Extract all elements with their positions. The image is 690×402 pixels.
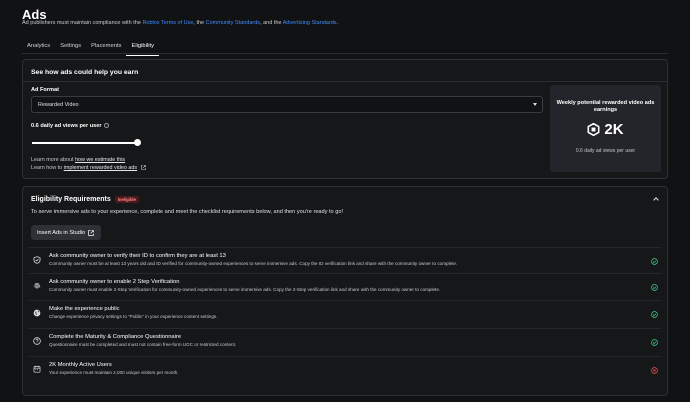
chevron-up-icon[interactable] [653,197,659,203]
how-we-estimate-link[interactable]: how we estimate this [75,157,125,163]
requirement-title: Ask community owner to enable 2 Step Ver… [49,279,180,285]
eligibility-title: Eligibility Requirements [31,196,111,203]
row-divider [29,273,661,274]
requirement-title: Make the experience public [49,306,120,312]
check-circle-icon [651,339,658,346]
requirement-title: Complete the Maturity & Compliance Quest… [49,334,182,340]
eligibility-description: To serve immersive ads to your experienc… [31,209,343,215]
advertising-standards-link[interactable]: Advertising Standards [283,20,337,26]
learn-estimate-prefix: Learn more about [31,157,76,163]
requirement-desc: Community owner must be at least 13 year… [49,261,458,266]
globe-icon [33,309,41,317]
fingerprint-icon [33,283,41,289]
community-standards-link[interactable]: Community Standards [206,20,260,26]
ad-format-label: Ad Format [31,87,59,93]
external-link-icon [140,165,146,170]
earnings-subtext: 0.6 daily ad views per user [575,148,636,154]
external-link-icon [88,229,94,236]
row-divider [29,356,661,357]
earnings-value: 2K [604,121,624,138]
requirement-title: 2K Monthly Active Users [49,362,112,368]
earnings-estimator-card: See how ads could help you earn Ad Forma… [22,59,668,179]
ad-format-value: Rewarded Video [38,102,79,108]
insert-ads-label: Insert Ads in Studio [37,229,86,236]
question-icon [33,337,41,345]
info-icon[interactable] [103,123,109,129]
requirement-desc: Community owner must enable 2-Step Verif… [49,287,441,292]
views-slider-thumb[interactable] [134,139,141,146]
subtitle-end: . [336,20,339,26]
requirement-title: Ask community owner to verify their ID t… [49,253,226,259]
subtitle-sep-1: , the [193,20,206,26]
estimator-divider [23,81,667,82]
requirement-desc: Questionnaire must be completed and must… [49,342,237,347]
calendar-icon [33,365,41,373]
views-label-row: 0.6 daily ad views per user [31,123,109,129]
eligibility-card: Eligibility Requirements Ineligible To s… [22,186,668,396]
earnings-panel: Weekly potential rewarded video ads earn… [550,85,661,172]
earnings-value-row: 2K [550,121,661,138]
shield-check-icon [33,256,41,264]
estimator-title: See how ads could help you earn [31,69,139,76]
page-subtitle: Ad publishers must maintain compliance w… [22,20,338,26]
learn-implement-row: Learn how to implement rewarded video ad… [31,165,146,171]
learn-implement-prefix: Learn how to [31,165,64,171]
row-divider [29,328,661,329]
terms-of-use-link[interactable]: Roblox Terms of Use [142,20,193,26]
subtitle-sep-2: , and the [260,20,283,26]
requirement-desc: Your experience must maintain 2,000 uniq… [49,370,179,375]
row-divider [29,247,661,248]
robux-icon [587,123,600,136]
caret-down-icon [533,103,537,106]
views-slider-track[interactable] [32,142,138,144]
x-circle-icon [651,367,658,374]
subtitle-text: Ad publishers must maintain compliance w… [22,20,143,26]
row-divider [29,300,661,301]
check-circle-icon [651,311,658,318]
insert-ads-button[interactable]: Insert Ads in Studio [31,225,101,240]
eligibility-title-row: Eligibility Requirements Ineligible [31,196,139,203]
learn-estimate-row: Learn more about how we estimate this [31,157,125,163]
status-badge: Ineligible [114,196,139,203]
requirement-desc: Change experience privacy settings to "P… [49,314,218,319]
check-circle-icon [651,284,658,291]
check-circle-icon [651,258,658,265]
earnings-title: Weekly potential rewarded video ads earn… [556,100,655,113]
ad-format-select[interactable]: Rewarded Video [31,96,543,113]
tabs-divider [22,53,668,54]
implement-ads-link[interactable]: implement rewarded video ads [64,165,137,171]
requirement-row: 2K Monthly Active Users Your experience … [23,356,667,389]
views-label: 0.6 daily ad views per user [31,123,102,129]
